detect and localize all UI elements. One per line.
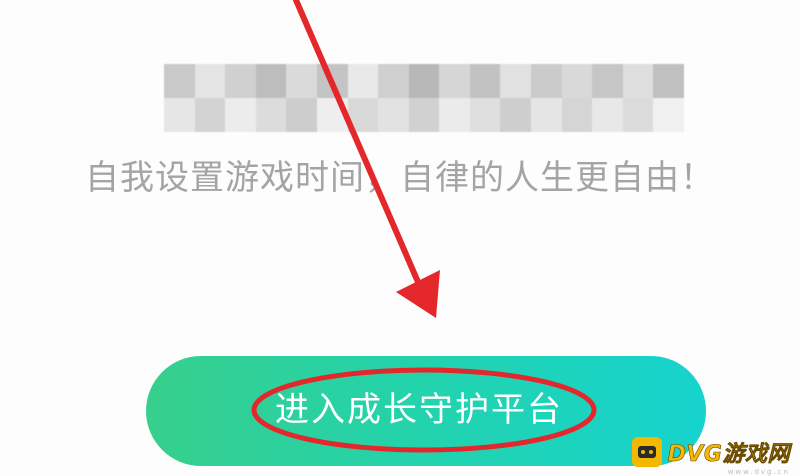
mosaic-cell bbox=[531, 64, 562, 98]
mosaic-cell bbox=[255, 64, 287, 98]
mosaic-cell bbox=[378, 64, 409, 98]
mosaic-cell bbox=[469, 64, 501, 98]
mosaic-cell bbox=[469, 98, 501, 132]
mosaic-cell bbox=[653, 98, 684, 132]
enter-growth-guard-label: 进入成长守护平台 bbox=[275, 389, 563, 430]
mosaic-cell bbox=[286, 98, 317, 132]
mosaic-cell bbox=[408, 64, 440, 98]
mosaic-cell bbox=[500, 64, 532, 98]
mosaic-cell bbox=[408, 98, 440, 132]
mosaic-cell bbox=[531, 98, 562, 132]
dvg-logo-icon bbox=[631, 437, 662, 467]
growth-guard-entry-screen: 自我设置游戏时间，自律的人生更自由！ 进入成长守护平台 DVG游戏网 www.d… bbox=[0, 0, 800, 476]
dvg-watermark: DVG游戏网 www.dvg.cn bbox=[631, 436, 790, 476]
mosaic-cell bbox=[622, 98, 654, 132]
mosaic-cell bbox=[439, 64, 470, 98]
mosaic-cell bbox=[164, 64, 195, 98]
mosaic-cell bbox=[316, 98, 348, 132]
mosaic-cell bbox=[378, 98, 409, 132]
mosaic-cell bbox=[194, 98, 226, 132]
watermark-brand: DVG游戏网 bbox=[667, 442, 790, 468]
mosaic-cell bbox=[316, 64, 348, 98]
mosaic-cell bbox=[622, 64, 654, 98]
mosaic-cell bbox=[347, 64, 379, 98]
mosaic-cell bbox=[561, 98, 593, 132]
mosaic-cell bbox=[347, 98, 379, 132]
mosaic-cell bbox=[194, 64, 226, 98]
mosaic-cell bbox=[439, 98, 470, 132]
redacted-title-mosaic bbox=[164, 64, 684, 132]
mosaic-cell bbox=[653, 64, 684, 98]
enter-growth-guard-button[interactable]: 进入成长守护平台 bbox=[146, 356, 706, 466]
mosaic-cell bbox=[225, 98, 256, 132]
mosaic-cell bbox=[500, 98, 532, 132]
mosaic-cell bbox=[255, 98, 287, 132]
subtitle-text: 自我设置游戏时间，自律的人生更自由！ bbox=[85, 158, 715, 198]
mosaic-cell bbox=[164, 98, 195, 132]
mosaic-cell bbox=[592, 64, 623, 98]
mosaic-cell bbox=[286, 64, 317, 98]
mosaic-cell bbox=[592, 98, 623, 132]
mosaic-cell bbox=[561, 64, 593, 98]
watermark-sub: www.dvg.cn bbox=[727, 468, 790, 476]
mosaic-cell bbox=[225, 64, 256, 98]
